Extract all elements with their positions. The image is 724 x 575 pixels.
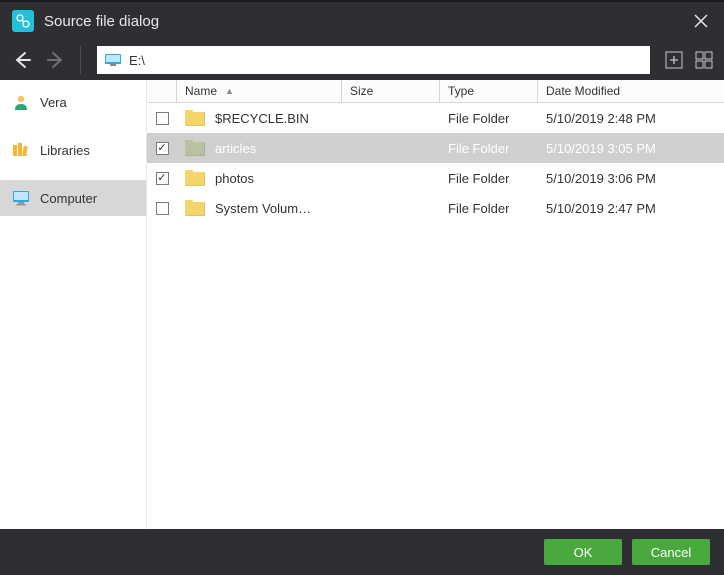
column-label: Size — [350, 84, 373, 98]
sidebar-separator — [0, 120, 146, 132]
user-icon — [12, 93, 30, 111]
close-icon — [694, 14, 708, 28]
column-header-size[interactable]: Size — [342, 80, 440, 102]
folder-icon — [185, 170, 205, 186]
column-header-checkbox[interactable] — [147, 80, 177, 102]
row-date-cell: 5/10/2019 2:48 PM — [538, 111, 724, 126]
row-type: File Folder — [448, 141, 509, 156]
column-header-date[interactable]: Date Modified — [538, 80, 724, 102]
row-name: photos — [215, 171, 254, 186]
row-date: 5/10/2019 2:47 PM — [546, 201, 656, 216]
sidebar-item-libraries[interactable]: Libraries — [0, 132, 146, 168]
column-header-name[interactable]: Name ▲ — [177, 80, 342, 102]
toolbar: E:\ — [0, 40, 724, 80]
folder-icon — [185, 110, 205, 126]
row-name: $RECYCLE.BIN — [215, 111, 309, 126]
row-date-cell: 5/10/2019 3:06 PM — [538, 171, 724, 186]
sidebar-item-label: Libraries — [40, 143, 90, 158]
forward-button[interactable] — [42, 46, 70, 74]
file-row[interactable]: articles File Folder 5/10/2019 3:05 PM — [147, 133, 724, 163]
row-checkbox[interactable] — [156, 172, 169, 185]
sort-asc-icon: ▲ — [225, 86, 234, 96]
column-label: Date Modified — [546, 84, 620, 98]
row-type-cell: File Folder — [440, 141, 538, 156]
back-button[interactable] — [8, 46, 36, 74]
sidebar-item-label: Computer — [40, 191, 97, 206]
column-header-type[interactable]: Type — [440, 80, 538, 102]
row-checkbox[interactable] — [156, 202, 169, 215]
row-type: File Folder — [448, 201, 509, 216]
folder-icon — [185, 140, 205, 156]
row-checkbox-cell — [147, 172, 177, 185]
file-rows: $RECYCLE.BIN File Folder 5/10/2019 2:48 PM… — [147, 103, 724, 529]
sidebar-item-label: Vera — [40, 95, 67, 110]
plus-box-icon — [665, 51, 683, 69]
file-row[interactable]: System Volum… File Folder 5/10/2019 2:47 P… — [147, 193, 724, 223]
row-checkbox[interactable] — [156, 112, 169, 125]
file-row[interactable]: $RECYCLE.BIN File Folder 5/10/2019 2:48 PM — [147, 103, 724, 133]
ok-button[interactable]: OK — [544, 539, 622, 565]
toolbar-separator — [80, 46, 81, 74]
grid-view-icon — [695, 51, 713, 69]
file-row[interactable]: photos File Folder 5/10/2019 3:06 PM — [147, 163, 724, 193]
sidebar-item-computer[interactable]: Computer — [0, 180, 146, 216]
row-type-cell: File Folder — [440, 171, 538, 186]
monitor-icon — [105, 54, 121, 66]
add-button[interactable] — [662, 48, 686, 72]
content-area: Vera Libraries Computer Name ▲ Size — [0, 80, 724, 529]
path-text: E:\ — [129, 53, 145, 68]
view-button[interactable] — [692, 48, 716, 72]
row-name-cell: articles — [177, 140, 342, 156]
row-name: articles — [215, 141, 256, 156]
column-label: Name — [185, 84, 217, 98]
row-name-cell: System Volum… — [177, 200, 342, 216]
row-date-cell: 5/10/2019 2:47 PM — [538, 201, 724, 216]
row-date: 5/10/2019 2:48 PM — [546, 111, 656, 126]
dialog-footer: OK Cancel — [0, 529, 724, 575]
sidebar: Vera Libraries Computer — [0, 80, 147, 529]
app-icon — [12, 10, 34, 32]
path-bar[interactable]: E:\ — [97, 46, 650, 74]
titlebar: Source file dialog — [0, 0, 724, 40]
dialog-window: Source file dialog E:\ V — [0, 0, 724, 575]
close-button[interactable] — [686, 6, 716, 36]
row-date-cell: 5/10/2019 3:05 PM — [538, 141, 724, 156]
row-type: File Folder — [448, 111, 509, 126]
cancel-button[interactable]: Cancel — [632, 539, 710, 565]
folder-icon — [185, 200, 205, 216]
row-checkbox-cell — [147, 202, 177, 215]
row-date: 5/10/2019 3:05 PM — [546, 141, 656, 156]
dialog-title: Source file dialog — [44, 13, 686, 30]
row-checkbox-cell — [147, 112, 177, 125]
row-type-cell: File Folder — [440, 201, 538, 216]
row-checkbox[interactable] — [156, 142, 169, 155]
file-list: Name ▲ Size Type Date Modified $RECYCLE.B… — [147, 80, 724, 529]
back-icon — [12, 50, 32, 70]
row-date: 5/10/2019 3:06 PM — [546, 171, 656, 186]
row-name-cell: $RECYCLE.BIN — [177, 110, 342, 126]
row-type: File Folder — [448, 171, 509, 186]
row-name: System Volum… — [215, 201, 311, 216]
row-checkbox-cell — [147, 142, 177, 155]
libraries-icon — [12, 141, 30, 159]
sidebar-separator — [0, 168, 146, 180]
sidebar-item-vera[interactable]: Vera — [0, 84, 146, 120]
forward-icon — [46, 50, 66, 70]
column-label: Type — [448, 84, 474, 98]
row-name-cell: photos — [177, 170, 342, 186]
row-type-cell: File Folder — [440, 111, 538, 126]
column-headers: Name ▲ Size Type Date Modified — [147, 80, 724, 103]
computer-icon — [12, 189, 30, 207]
